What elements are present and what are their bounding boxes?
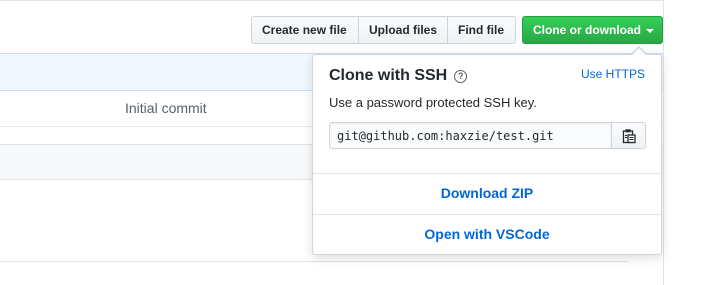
caret-down-icon	[646, 28, 654, 33]
clipboard-icon	[622, 128, 636, 143]
clone-or-download-button[interactable]: Clone or download	[522, 16, 663, 44]
content-right-border	[663, 0, 664, 285]
clone-panel-title: Clone with SSH ?	[329, 67, 468, 85]
clone-dropdown-panel: Clone with SSH ? Use HTTPS Use a passwor…	[312, 54, 662, 255]
clone-url-group	[329, 122, 646, 149]
question-icon[interactable]: ?	[454, 69, 468, 83]
clone-panel-divider	[313, 173, 661, 174]
open-with-vscode-link[interactable]: Open with VSCode	[313, 226, 661, 242]
create-new-file-button[interactable]: Create new file	[251, 16, 359, 44]
clone-panel-title-text: Clone with SSH	[329, 67, 448, 84]
copy-url-button[interactable]	[611, 122, 646, 149]
clone-url-input[interactable]	[329, 122, 612, 149]
clone-panel-divider	[313, 214, 661, 215]
file-actions-group: Create new file Upload files Find file	[251, 16, 516, 44]
commit-message[interactable]: Initial commit	[125, 100, 207, 116]
dropdown-pointer-fill	[632, 48, 646, 55]
clone-or-download-label: Clone or download	[533, 23, 641, 37]
content-divider	[0, 261, 628, 262]
upload-files-button[interactable]: Upload files	[358, 16, 448, 44]
page-top-border	[0, 0, 664, 1]
clone-panel-description: Use a password protected SSH key.	[329, 95, 537, 110]
find-file-button[interactable]: Find file	[447, 16, 516, 44]
download-zip-link[interactable]: Download ZIP	[313, 185, 661, 201]
use-https-link[interactable]: Use HTTPS	[581, 67, 645, 81]
